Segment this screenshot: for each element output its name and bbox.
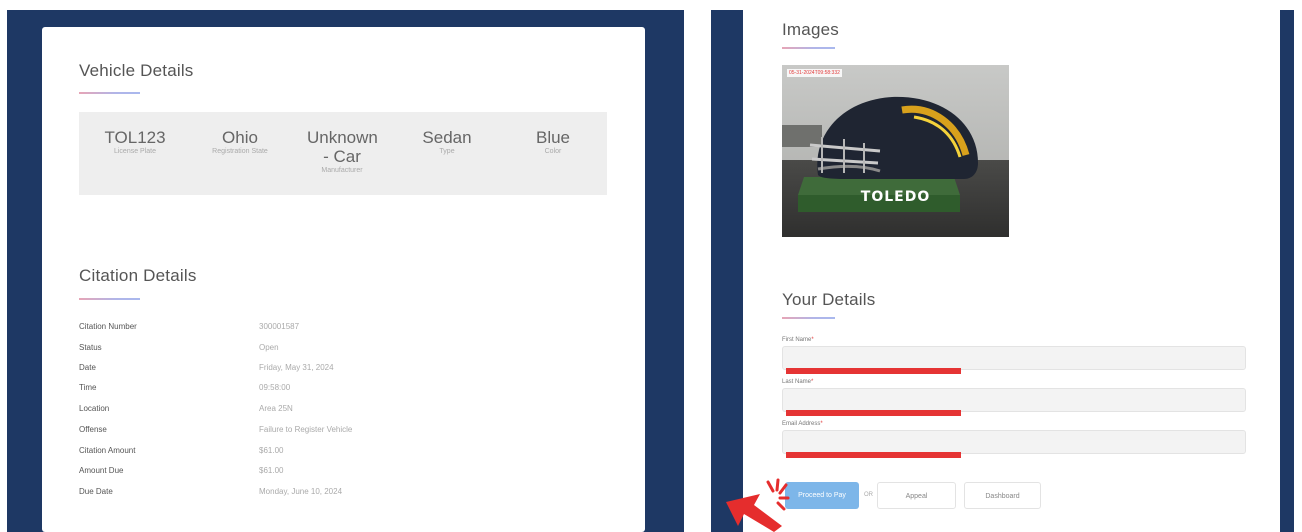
manufacturer-value: Unknown - Car (307, 128, 378, 166)
vehicle-tile-state: Ohio Registration State (190, 128, 290, 155)
manufacturer-label: Manufacturer (321, 167, 363, 174)
vehicle-tile-type: Sedan Type (397, 128, 497, 155)
color-value: Blue (535, 128, 571, 147)
license-plate-label: License Plate (113, 148, 157, 155)
your-details-title: Your Details (782, 290, 876, 309)
vehicle-tile-manufacturer: Unknown - Car Manufacturer (292, 128, 392, 174)
amount-due-key: Amount Due (79, 466, 124, 475)
last-name-required: * (811, 379, 814, 385)
redaction-bar (786, 452, 961, 458)
helmet-photo[interactable]: 05-31-2024T09:58:332 TOLEDO (782, 65, 1009, 237)
images-title: Images (782, 20, 839, 39)
type-label: Type (439, 148, 455, 155)
location-value: Area 25N (259, 404, 293, 413)
location-key: Location (79, 404, 110, 413)
citation-amount-key: Citation Amount (79, 446, 136, 455)
email-required: * (820, 421, 823, 427)
vehicle-tile-color: Blue Color (503, 128, 603, 155)
time-key: Time (79, 383, 97, 392)
citation-number-value: 300001587 (259, 322, 300, 331)
vehicle-tile-plate: TOL123 License Plate (85, 128, 185, 155)
last-name-input[interactable] (782, 388, 1246, 412)
offense-key: Offense (79, 425, 107, 434)
vehicle-title-underline (79, 92, 140, 94)
redaction-bar (786, 410, 961, 416)
last-name-label-text: Last Name (782, 379, 812, 385)
offense-value: Failure to Register Vehicle (259, 425, 353, 434)
date-key: Date (79, 363, 96, 372)
citation-details-title: Citation Details (79, 266, 197, 285)
citation-title-underline (79, 298, 140, 300)
type-value: Sedan (422, 128, 472, 147)
your-details-underline (782, 317, 835, 319)
due-date-value: Monday, June 10, 2024 (259, 487, 343, 496)
email-label: Email Address* (782, 421, 823, 427)
amount-due-value: $61.00 (259, 466, 284, 475)
color-label: Color (544, 148, 562, 155)
screenshot-frame: Vehicle Details TOL123 License Plate Ohi… (0, 0, 1302, 532)
right-background-left (711, 10, 743, 532)
first-name-required: * (811, 337, 814, 343)
dashboard-button[interactable]: Dashboard (964, 482, 1041, 509)
helmet-photo-illustration (782, 65, 1009, 237)
first-name-label: First Name* (782, 337, 814, 343)
photo-timestamp: 05-31-2024T09:58:332 (787, 69, 842, 77)
registration-state-label: Registration State (212, 148, 268, 155)
time-value: 09:58:00 (259, 383, 291, 392)
vehicle-details-title: Vehicle Details (79, 61, 194, 80)
redaction-bar (786, 368, 961, 374)
or-separator: OR (864, 492, 873, 498)
email-input[interactable] (782, 430, 1246, 454)
license-plate-value: TOL123 (104, 128, 166, 147)
vehicle-summary: TOL123 License Plate Ohio Registration S… (79, 112, 607, 195)
first-name-input[interactable] (782, 346, 1246, 370)
status-key: Status (79, 343, 102, 352)
images-title-underline (782, 47, 835, 49)
status-value: Open (259, 343, 279, 352)
base-sign-text: TOLEDO (860, 189, 931, 205)
registration-state-value: Ohio (222, 128, 258, 147)
appeal-button[interactable]: Appeal (877, 482, 956, 509)
date-value: Friday, May 31, 2024 (259, 363, 334, 372)
due-date-key: Due Date (79, 487, 113, 496)
right-background-right (1280, 10, 1294, 532)
last-name-label: Last Name* (782, 379, 813, 385)
email-label-text: Email Address (782, 421, 821, 427)
first-name-label-text: First Name (782, 337, 812, 343)
citation-amount-value: $61.00 (259, 446, 284, 455)
citation-number-key: Citation Number (79, 322, 137, 331)
click-arrow-icon (726, 478, 790, 532)
